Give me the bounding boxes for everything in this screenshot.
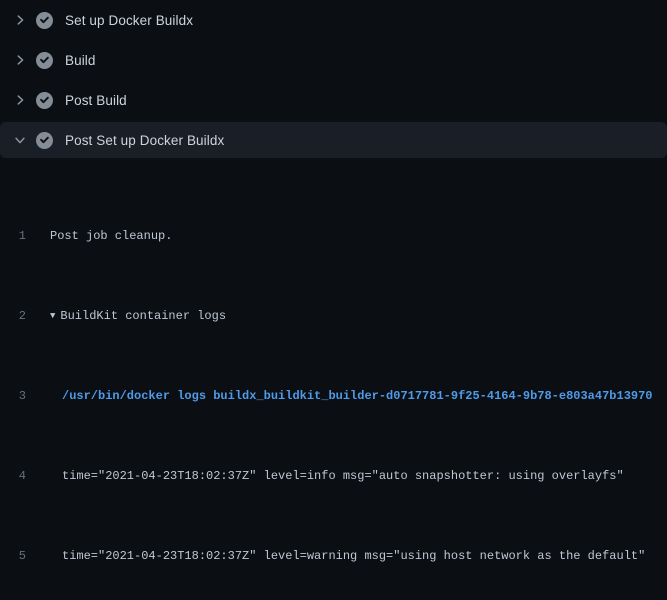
line-number[interactable]: 2 [0,306,26,326]
log-text: time="2021-04-23T18:02:37Z" level=warnin… [26,546,645,566]
chevron-down-icon [12,132,28,148]
log-line: 4 time="2021-04-23T18:02:37Z" level=info… [0,466,667,486]
step-label: Post Set up Docker Buildx [65,133,224,148]
log-text: Post job cleanup. [26,226,172,246]
success-check-icon [36,92,53,109]
step-label: Set up Docker Buildx [65,13,193,28]
step-row-post-set-up-docker-buildx[interactable]: Post Set up Docker Buildx [0,122,667,158]
chevron-right-icon [12,12,28,28]
step-row-set-up-docker-buildx[interactable]: Set up Docker Buildx [0,0,667,40]
success-check-icon [36,52,53,69]
line-number[interactable]: 5 [0,546,26,566]
log-line: 1 Post job cleanup. [0,226,667,246]
log-group-header: 2 ▼ BuildKit container logs [0,306,667,326]
triangle-down-icon: ▼ [50,306,55,326]
log-command-text: /usr/bin/docker logs buildx_buildkit_bui… [26,386,653,406]
step-label: Build [65,53,96,68]
log-group-toggle[interactable]: ▼ BuildKit container logs [26,306,226,326]
success-check-icon [36,132,53,149]
log-group-title: BuildKit container logs [60,309,226,323]
chevron-right-icon [12,52,28,68]
log-line: 5 time="2021-04-23T18:02:37Z" level=warn… [0,546,667,566]
step-row-build[interactable]: Build [0,40,667,80]
line-number[interactable]: 3 [0,386,26,406]
log-output: 1 Post job cleanup. 2 ▼ BuildKit containe… [0,160,667,600]
success-check-icon [36,12,53,29]
chevron-right-icon [12,92,28,108]
step-list: Set up Docker Buildx Build Post Build Po… [0,0,667,158]
step-label: Post Build [65,93,127,108]
log-line: 3 /usr/bin/docker logs buildx_buildkit_b… [0,386,667,406]
line-number[interactable]: 1 [0,226,26,246]
line-number[interactable]: 4 [0,466,26,486]
log-text: time="2021-04-23T18:02:37Z" level=info m… [26,466,624,486]
step-row-post-build[interactable]: Post Build [0,80,667,120]
